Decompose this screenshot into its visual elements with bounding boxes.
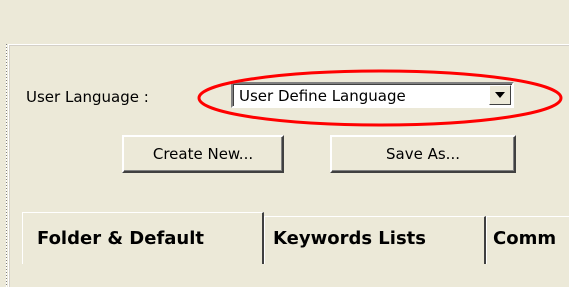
user-language-label: User Language : [26,88,149,106]
tab-comm[interactable]: Comm [486,216,569,264]
window: User Language : User Define Language Cre… [0,0,569,287]
tab-comm-label: Comm [493,228,557,249]
tab-folder-default-label: Folder & Default [37,228,205,249]
tab-folder-default[interactable]: Folder & Default [22,212,264,264]
save-as-button[interactable]: Save As... [330,135,516,173]
chevron-down-icon [495,92,505,98]
tab-strip: Folder & Default Keywords Lists Comm [22,212,569,264]
window-top-area [0,0,569,44]
user-language-value: User Define Language [239,87,406,105]
tab-keywords-lists[interactable]: Keywords Lists [264,216,486,264]
tab-keywords-lists-label: Keywords Lists [273,228,426,249]
user-language-select[interactable]: User Define Language [231,82,514,108]
create-new-button[interactable]: Create New... [122,135,284,173]
panel-splitter[interactable] [6,44,7,287]
dropdown-button[interactable] [489,85,511,105]
